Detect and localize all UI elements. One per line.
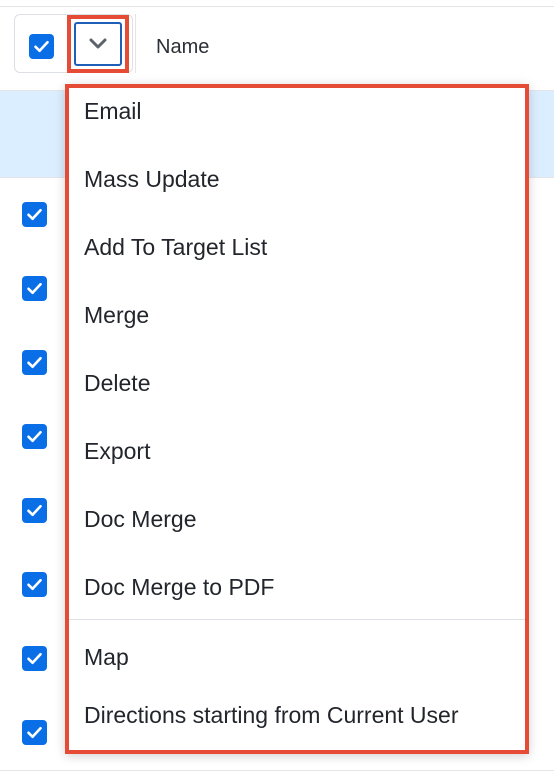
menu-item-doc-merge[interactable]: Doc Merge [69,496,525,564]
menu-item-label: Mass Update [84,166,220,192]
row-checkbox[interactable] [22,572,47,597]
mass-actions-dropdown-button[interactable] [67,15,129,73]
row-checkbox[interactable] [22,424,47,449]
menu-item-label: Doc Merge [84,506,197,532]
menu-item-directions[interactable]: Directions starting from Current User [69,692,525,760]
row-checkbox[interactable] [22,720,47,745]
dropdown-toggle-inner[interactable] [74,22,122,66]
row-checkbox[interactable] [22,276,47,301]
checkmark-icon [27,208,42,221]
menu-item-delete[interactable]: Delete [69,360,525,428]
menu-item-email[interactable]: Email [69,88,525,156]
menu-item-label: Directions starting from Current User [84,702,459,728]
checkmark-icon [27,504,42,517]
row-checkbox[interactable] [22,350,47,375]
menu-item-label: Doc Merge to PDF [84,574,275,600]
checkmark-icon [34,40,49,53]
menu-item-label: Export [84,438,151,464]
checkmark-icon [27,578,42,591]
select-all-checkbox[interactable] [29,34,54,59]
menu-item-label: Map [84,644,129,670]
menu-item-mass-update[interactable]: Mass Update [69,156,525,224]
menu-item-label: Email [84,98,142,124]
row-checkbox[interactable] [22,646,47,671]
row-checkbox[interactable] [22,202,47,227]
header-divider [135,14,136,73]
menu-item-label: Add To Target List [84,234,268,260]
mass-actions-menu: Email Mass Update Add To Target List Mer… [65,84,529,754]
checkmark-icon [27,282,42,295]
menu-item-label: Delete [84,370,151,396]
row-checkbox[interactable] [22,498,47,523]
checkmark-icon [27,726,42,739]
menu-item-merge[interactable]: Merge [69,292,525,360]
checkmark-icon [27,430,42,443]
checkmark-icon [27,652,42,665]
menu-item-export[interactable]: Export [69,428,525,496]
chevron-down-icon [89,38,107,49]
menu-item-add-to-target-list[interactable]: Add To Target List [69,224,525,292]
checkmark-icon [27,356,42,369]
menu-divider [69,619,525,620]
name-column-header[interactable]: Name [156,36,209,59]
menu-item-label: Merge [84,302,150,328]
menu-item-doc-merge-to-pdf[interactable]: Doc Merge to PDF [69,564,525,632]
